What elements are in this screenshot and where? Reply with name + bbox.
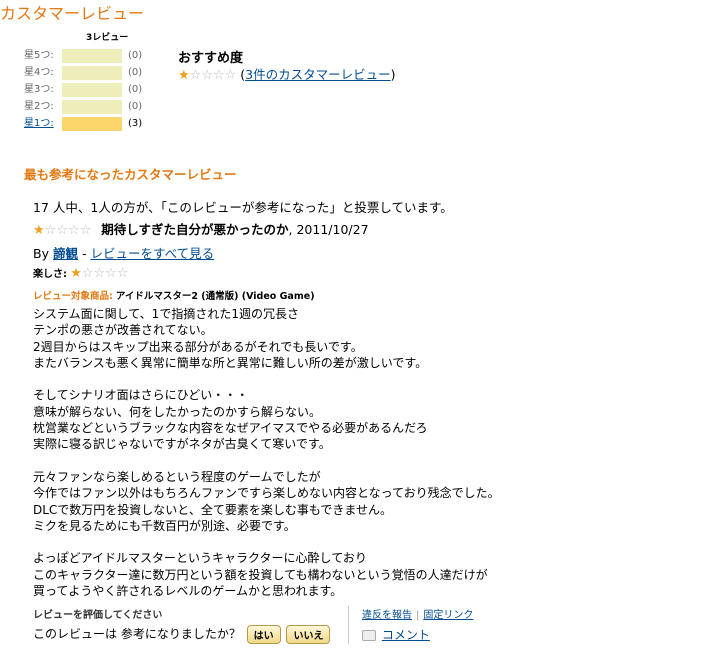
histogram-header: 3レビュー: [86, 33, 129, 43]
no-button[interactable]: いいえ: [286, 625, 331, 644]
star-empty-icon: ☆: [93, 266, 106, 281]
review-body-line: システム面に関して、1で指摘された1週の冗長さ: [33, 307, 299, 321]
histogram-bar: [62, 49, 122, 63]
review-body-line: [33, 453, 500, 469]
star-empty-icon: ☆: [81, 266, 94, 281]
star-empty-icon: ☆: [116, 266, 129, 281]
report-abuse-link[interactable]: 違反を報告: [362, 610, 412, 621]
histogram-label: 星2つ:: [24, 101, 54, 112]
review-body-line: 元々ファンなら楽しめるという程度のゲームでしたが: [33, 469, 321, 484]
review-body-line: そしてシナリオ面はさらにひどい・・・: [33, 388, 249, 403]
review-body: システム面に関して、1で指摘された1週の冗長さ テンポの悪さが改善されてない。 2週…: [33, 306, 500, 599]
star-empty-icon: ☆: [44, 223, 57, 238]
histogram-link-1-star[interactable]: 星1つ:: [24, 117, 54, 131]
author-link[interactable]: 諦観: [53, 246, 78, 261]
histogram-count: (0): [128, 84, 143, 95]
dash: -: [77, 246, 91, 261]
rate-review-label: レビューを評価してください: [33, 610, 163, 621]
review-body-line: [33, 534, 500, 550]
star-empty-icon: ☆: [67, 223, 80, 238]
histogram-row-3: 星3つ: (0): [24, 83, 174, 97]
fun-rating: 楽しさ: ★☆☆☆☆: [33, 265, 128, 280]
review-body-line: テンポの悪さが改善されてない。: [33, 323, 213, 338]
histogram-count: (3): [128, 118, 143, 129]
review-body-line: DLCで数万円を投資しないと、全て要素を楽しむ事もできません。: [33, 502, 392, 517]
byline: By 諦観 - レビューをすべて見る: [33, 243, 214, 262]
footer-divider: [348, 606, 349, 644]
product-line: レビュー対象商品: アイドルマスター2 (通常版) (Video Game): [33, 288, 315, 302]
review-body-line: [33, 371, 500, 387]
product-label: レビュー対象商品:: [33, 291, 113, 302]
histogram-label: 星5つ:: [24, 50, 54, 61]
star-empty-icon: ☆: [224, 68, 237, 83]
histogram-bar: [62, 83, 122, 97]
review-body-line: またバランスも悪く異常に簡単な所と異常に難しい所の差が激しいです。: [33, 355, 428, 370]
star-filled-icon: ★: [70, 266, 82, 281]
yes-button[interactable]: はい: [246, 625, 281, 644]
fun-label: 楽しさ:: [33, 269, 67, 280]
histogram-bar: [62, 100, 122, 114]
review-body-line: 買ってようやく許されるレベルのゲームかと思われます。: [33, 584, 343, 599]
histogram-bar: [62, 66, 122, 80]
helpful-reviews-title: 最も参考になったカスタマーレビュー: [24, 167, 237, 182]
product-name: アイドルマスター2 (通常版) (Video Game): [115, 291, 315, 302]
review-body-line: このキャラクター達に数万円という額を投資しても構わないという覚悟の人達だけが: [33, 567, 488, 582]
star-empty-icon: ☆: [189, 68, 202, 83]
page-title: カスタマーレビュー: [0, 4, 145, 23]
review-body-line: ミクを見るためにも千数百円が別途、必要です。: [33, 518, 296, 533]
review-body-line: 今作ではファン以外はもちろんファンですら楽しめない内容となっており残念でした。: [33, 486, 500, 501]
star-empty-icon: ☆: [56, 223, 68, 238]
star-empty-icon: ☆: [212, 68, 225, 83]
review-body-line: 2週目からはスキップ出来る部分があるがそれでも長いです。: [33, 339, 363, 354]
permalink-link[interactable]: 固定リンク: [423, 610, 473, 621]
review-star-icon: ★☆☆☆☆: [33, 224, 91, 237]
histogram-row-2: 星2つ: (0): [24, 100, 174, 114]
histogram-row-4: 星4つ: (0): [24, 66, 174, 80]
histogram-label: 星4つ:: [24, 67, 54, 78]
review-date: , 2011/10/27: [288, 222, 369, 237]
fun-star-icon: ★☆☆☆☆: [70, 267, 128, 280]
by-label: By: [33, 246, 49, 261]
vote-summary: 17 人中、1人の方が、「このレビューが参考になった」と投票しています。: [33, 200, 453, 215]
star-filled-icon: ★: [33, 223, 45, 238]
star-empty-icon: ☆: [79, 223, 92, 238]
histogram-label: 星3つ:: [24, 84, 54, 95]
review-body-line: 実際に寝る訳じゃないですがネタが古臭くて寒いです。: [33, 437, 331, 452]
all-reviews-link[interactable]: レビューをすべて見る: [90, 246, 214, 261]
customer-reviews-link[interactable]: 3件のカスタマーレビュー: [245, 67, 390, 82]
histogram-count: (0): [128, 67, 143, 78]
star-empty-icon: ☆: [105, 266, 117, 281]
recommendation-line: ★☆☆☆☆ (3件のカスタマーレビュー): [178, 64, 396, 83]
histogram-count: (0): [128, 50, 143, 61]
star-empty-icon: ☆: [201, 68, 213, 83]
histogram-bar[interactable]: [62, 117, 122, 131]
review-title: 期待しすぎた自分が悪かったのか: [101, 222, 289, 237]
histogram-count: (0): [128, 101, 143, 112]
helpful-question: このレビューは 参考になりましたか？ はい いいえ: [33, 625, 331, 644]
review-header: ★☆☆☆☆ 期待しすぎた自分が悪かったのか, 2011/10/27: [33, 219, 369, 238]
review-body-line: 意味が解らない、何をしたかったのかすら解らない。: [33, 404, 322, 419]
comment-icon: [362, 630, 376, 641]
comment-link[interactable]: コメント: [382, 628, 430, 642]
close-paren: ): [390, 67, 396, 82]
star-filled-icon: ★: [178, 68, 190, 83]
histogram-row-1[interactable]: 星1つ: (3): [24, 117, 174, 131]
star-rating-icon: ★☆☆☆☆: [178, 69, 236, 82]
helpful-question-text: このレビューは 参考になりましたか？: [33, 627, 241, 641]
comment-line: コメント: [362, 626, 430, 643]
footer-links: 違反を報告 | 固定リンク: [362, 610, 474, 621]
review-body-line: よっぽどアイドルマスターというキャラクターに心酔しており: [33, 551, 367, 566]
histogram-row-5: 星5つ: (0): [24, 49, 174, 63]
review-body-line: 枕営業などというブラックな内容をなぜアイマスでやる必要があるんだろ: [33, 421, 428, 436]
